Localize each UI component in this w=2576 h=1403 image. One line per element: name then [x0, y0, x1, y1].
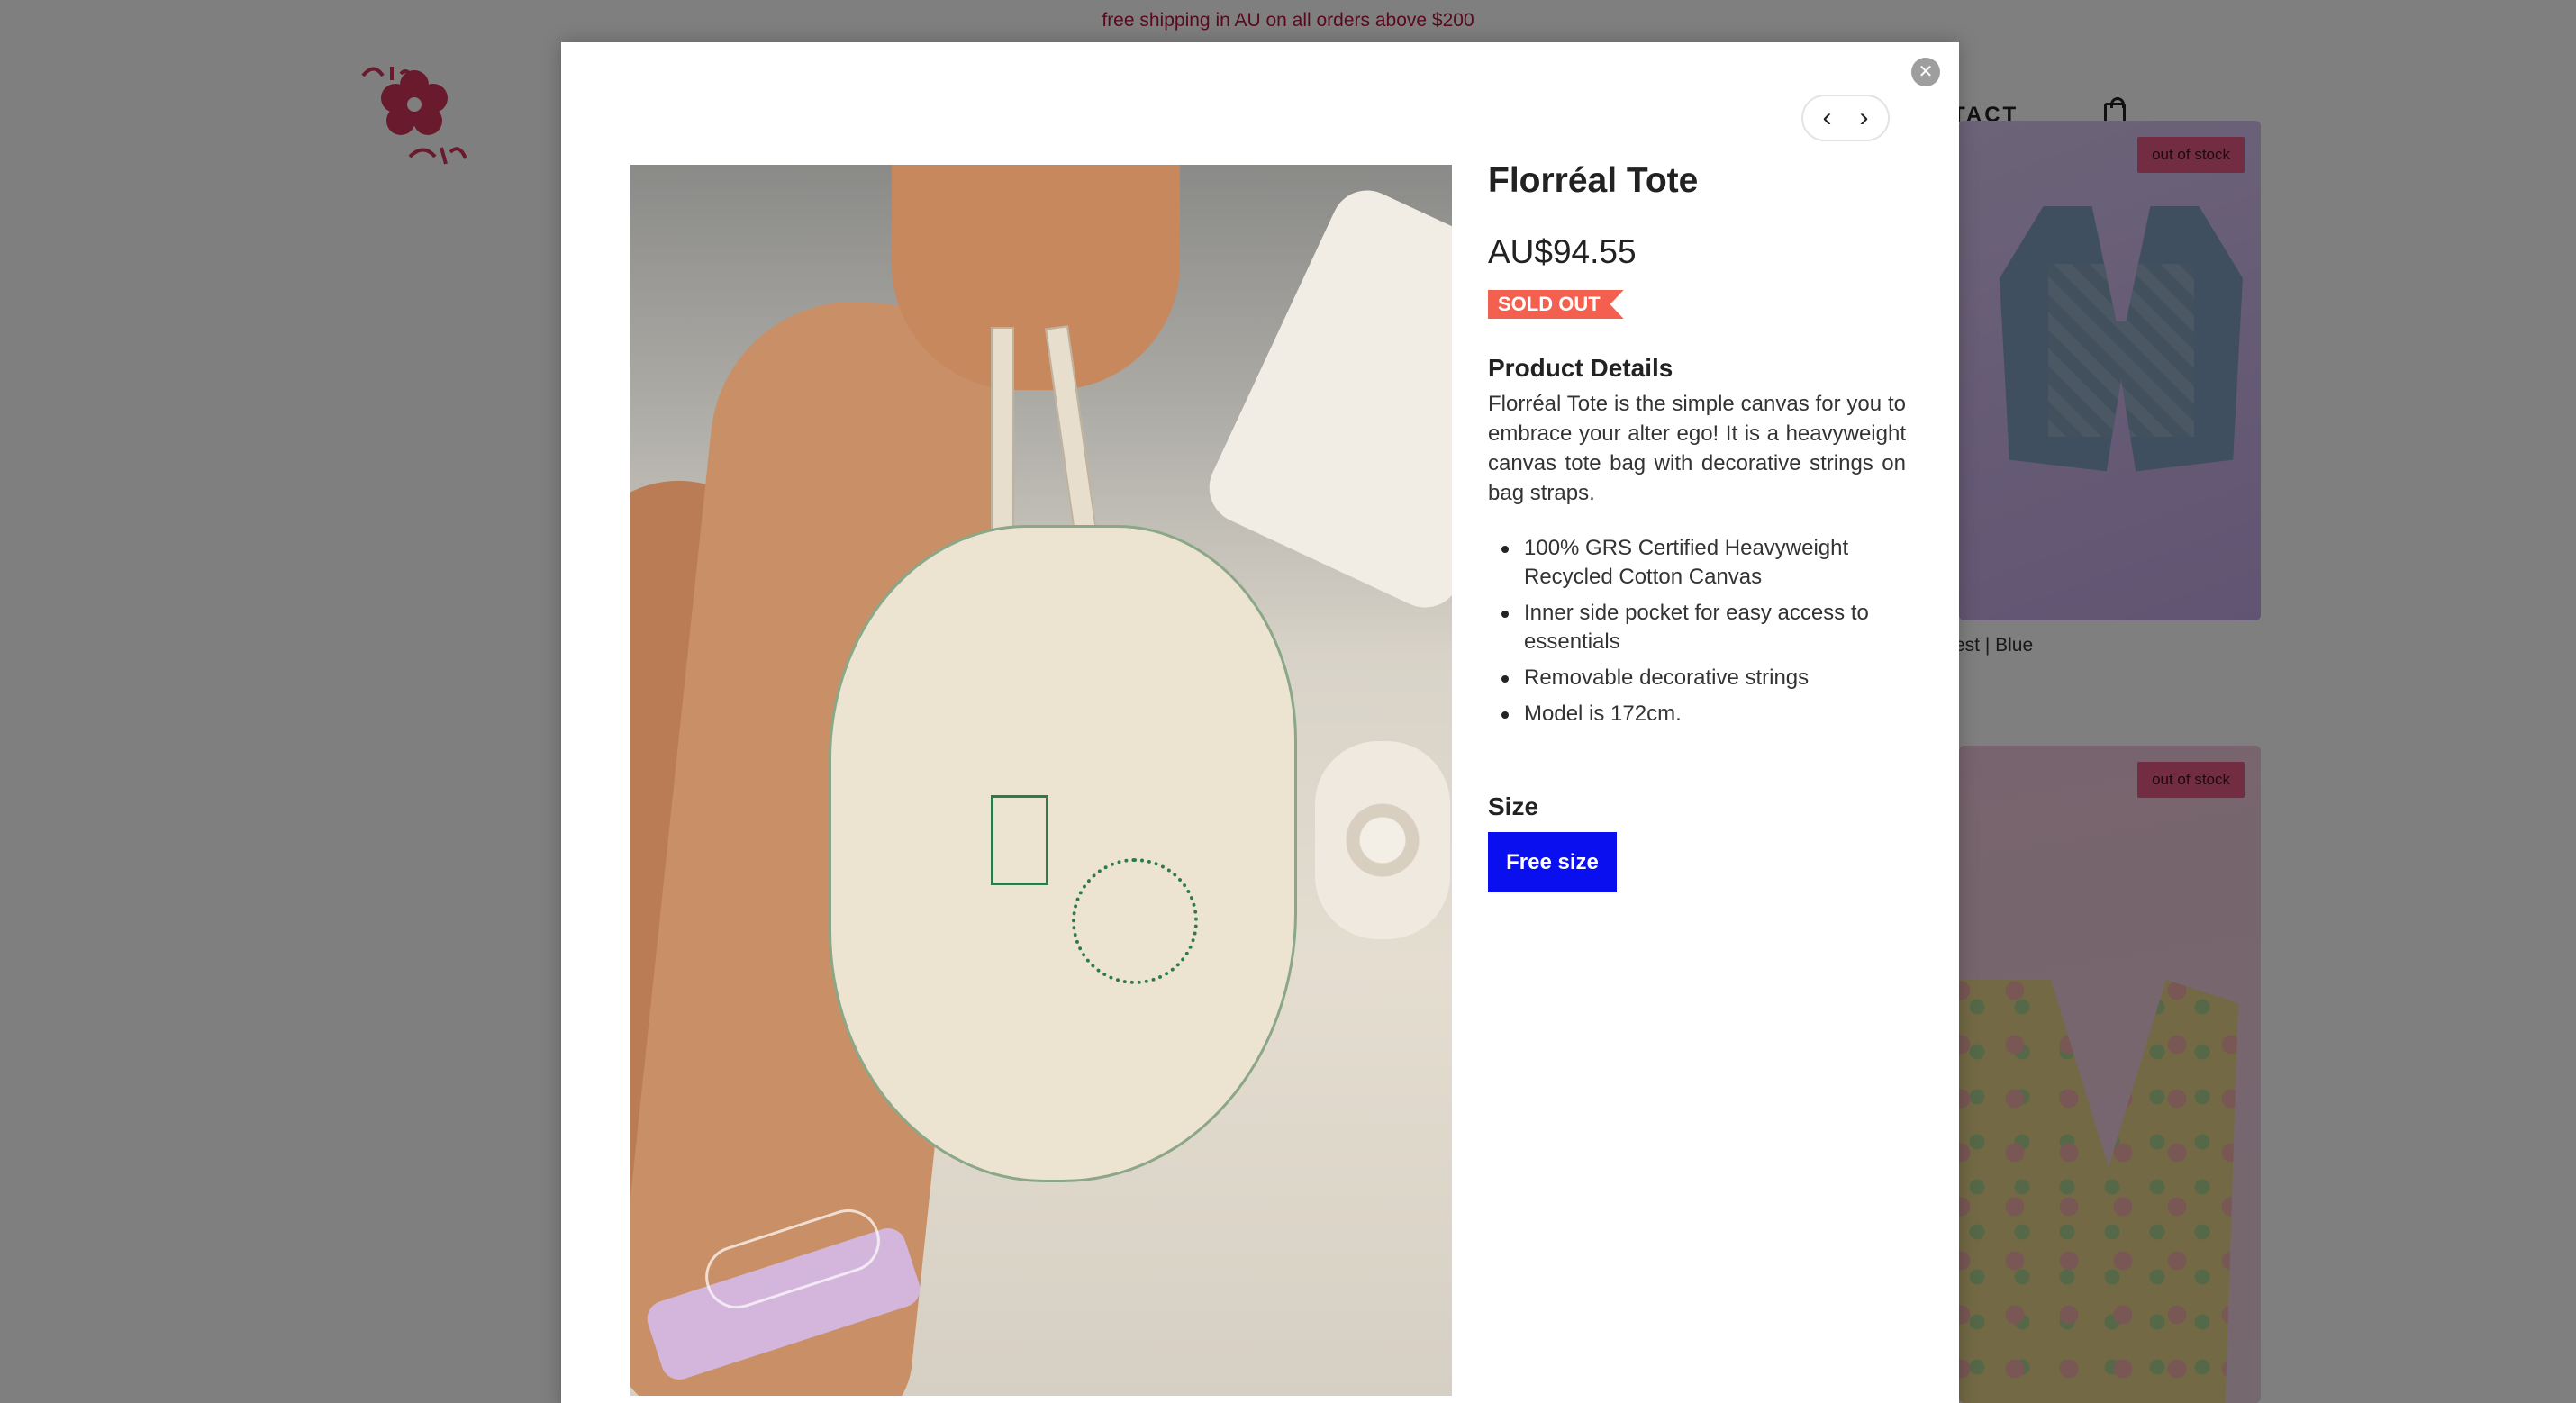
list-item: Model is 172cm.: [1488, 700, 1906, 729]
list-item: 100% GRS Certified Heavyweight Recycled …: [1488, 534, 1906, 592]
chevron-right-icon[interactable]: ›: [1860, 104, 1869, 131]
product-pager: ‹ ›: [1801, 95, 1890, 141]
feature-list: 100% GRS Certified Heavyweight Recycled …: [1488, 534, 1906, 736]
product-price: AU$94.55: [1488, 233, 1637, 270]
product-title: Florréal Tote: [1488, 161, 1699, 200]
chevron-left-icon[interactable]: ‹: [1823, 104, 1832, 131]
details-heading: Product Details: [1488, 354, 1673, 382]
product-photo: [630, 165, 1452, 1396]
quick-view-modal: ✕ ‹ › Florréal Tote AU$94.55 SOLD OUT Pr…: [561, 42, 1959, 1403]
sold-out-badge: SOLD OUT: [1488, 290, 1624, 319]
product-description: Florréal Tote is the simple canvas for y…: [1488, 392, 1906, 505]
list-item: Inner side pocket for easy access to ess…: [1488, 599, 1906, 656]
list-item: Removable decorative strings: [1488, 664, 1906, 692]
size-heading: Size: [1488, 792, 1539, 820]
close-icon[interactable]: ✕: [1911, 58, 1940, 86]
size-option-button[interactable]: Free size: [1488, 832, 1617, 892]
